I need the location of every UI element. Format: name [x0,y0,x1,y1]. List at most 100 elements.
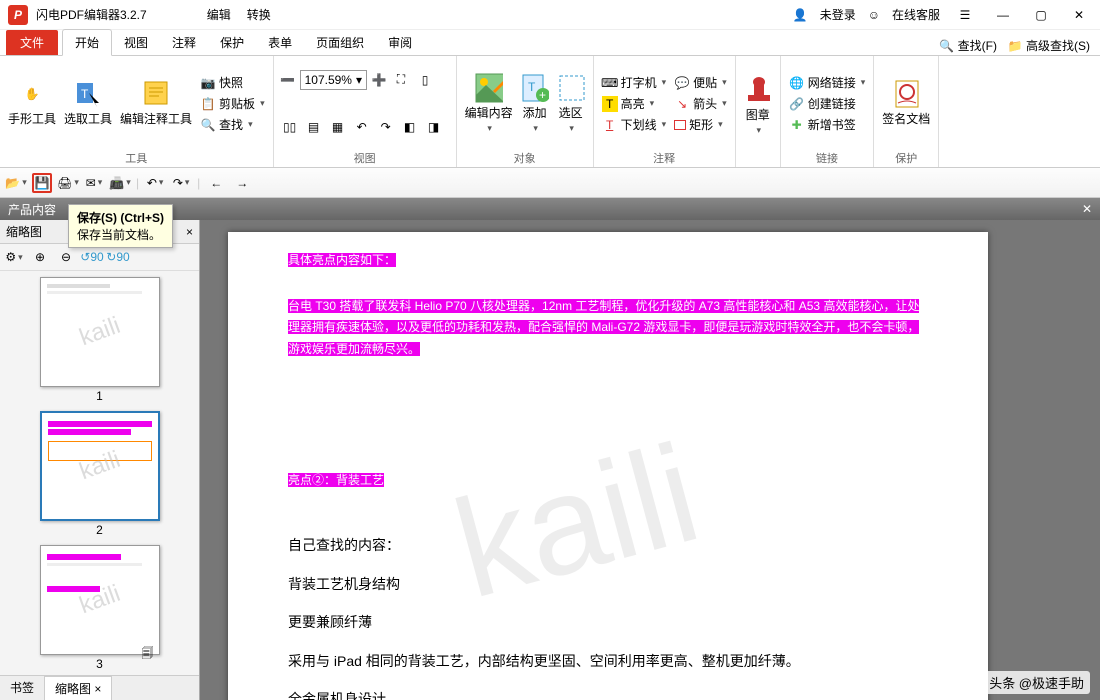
online-service[interactable]: 在线客服 [892,6,940,23]
arrow-btn[interactable]: ↘箭头 [672,94,729,113]
hl-text-2[interactable]: 台电 T30 搭载了联发科 Helio P70 八核处理器，12nm 工艺制程，… [288,299,919,356]
rotate-thumb-r-icon[interactable]: ↻90 [108,247,128,267]
undo-icon[interactable]: ↶ [145,173,165,193]
side-close-icon[interactable]: × [186,225,193,239]
underline-btn[interactable]: T下划线 [600,115,669,134]
thumbnail-3[interactable]: kaili 3 🗐 [40,545,160,671]
layout6-icon[interactable]: ◨ [424,117,444,137]
menu-convert[interactable]: 转换 [247,6,271,23]
layout4-icon[interactable]: ▦ [328,117,348,137]
canvas[interactable]: kaili 具体亮点内容如下： 台电 T30 搭载了联发科 Helio P70 … [200,220,1100,700]
next-icon[interactable]: → [232,173,252,193]
document-tab[interactable]: 产品内容 [8,201,56,218]
layout1-icon[interactable]: ▯ [415,70,435,90]
fit-page-icon[interactable]: ⛶ [391,70,411,90]
rotate-thumb-l-icon[interactable]: ↺90 [82,247,102,267]
create-link-btn[interactable]: 🔗创建链接 [787,94,868,113]
attribution: 头条 @极速手助 [983,671,1090,694]
zoom-combo[interactable]: 107.59%▾ [300,70,367,90]
login-status[interactable]: 未登录 [820,6,856,23]
sticky-btn[interactable]: 💬便贴 [672,73,729,92]
edit-annot-tool[interactable]: 编辑注释工具 [118,78,194,129]
rotate-right-icon[interactable]: ↷ [376,117,396,137]
print-icon[interactable]: 🖨 [58,173,78,193]
tab-file[interactable]: 文件 [6,30,58,55]
web-link-btn[interactable]: 🌐网络链接 [787,73,868,92]
thumbnail-1[interactable]: kaili 1 [40,277,160,403]
zoom-in-thumb-icon[interactable]: ⊕ [30,247,50,267]
tab-start[interactable]: 开始 [62,29,112,56]
search-icon: 🔍 [939,38,955,54]
layout5-icon[interactable]: ◧ [400,117,420,137]
add-text-icon: T+ [521,74,549,102]
prev-icon[interactable]: ← [206,173,226,193]
tab-page-org[interactable]: 页面组织 [304,30,376,55]
gear-icon[interactable]: ⚙ [4,247,24,267]
tab-protect[interactable]: 保护 [208,30,256,55]
adv-find-btn[interactable]: 📁高级查找(S) [1005,36,1092,55]
redo-icon[interactable]: ↷ [171,173,191,193]
body-text-2[interactable]: 背装工艺机身结构 [288,571,928,598]
hl-text-3[interactable]: 亮点②：背装工艺 [288,473,384,487]
edit-content-btn[interactable]: 编辑内容 [463,72,515,136]
snapshot-btn[interactable]: 📷快照 [198,73,267,92]
scan-icon[interactable]: 📠 [110,173,130,193]
find-ribbon-btn[interactable]: 🔍查找 [198,115,267,134]
rotate-left-icon[interactable]: ↶ [352,117,372,137]
folder-search-icon: 📁 [1007,38,1023,54]
body-text-4[interactable]: 采用与 iPad 相同的背装工艺，内部结构更坚固、空间利用率更高、整机更加纤薄。 [288,648,928,675]
arrow-icon: ↘ [674,96,690,112]
zoom-out-thumb-icon[interactable]: ⊖ [56,247,76,267]
layout3-icon[interactable]: ▤ [304,117,324,137]
doc-close-icon[interactable]: ✕ [1082,202,1092,216]
add-bookmark-btn[interactable]: ✚新增书签 [787,115,868,134]
thumbnail-2[interactable]: kaili 2 [40,411,160,537]
save-button[interactable]: 💾 [32,173,52,193]
hl-text-1[interactable]: 具体亮点内容如下： [288,253,396,267]
tab-annotate[interactable]: 注释 [160,30,208,55]
typewriter-icon: ⌨ [602,75,618,91]
tab-view[interactable]: 视图 [112,30,160,55]
tab-form[interactable]: 表单 [256,30,304,55]
maximize-button[interactable]: ▢ [1028,6,1054,24]
side-tab-bookmark[interactable]: 书签 [0,676,44,700]
group-label-link: 链接 [787,149,868,167]
menu-edit[interactable]: 编辑 [207,6,231,23]
body-text-3[interactable]: 更要兼顾纤薄 [288,609,928,636]
save-tooltip: 保存(S) (Ctrl+S) 保存当前文档。 [68,204,173,248]
side-tab-thumb[interactable]: 缩略图 × [44,676,112,700]
hamburger-icon[interactable]: ☰ [952,6,978,24]
group-object: 编辑内容 T+添加 选区 对象 [457,56,594,167]
underline-icon: T [602,117,618,133]
hand-tool[interactable]: ✋手形工具 [6,78,58,129]
sign-doc-btn[interactable]: 签名文档 [880,78,932,129]
find-btn[interactable]: 🔍查找(F) [937,36,999,55]
stamp-btn[interactable]: 图章 [742,74,774,138]
hand-icon: ✋ [18,80,46,108]
tooltip-body: 保存当前文档。 [77,226,164,243]
zoom-in-icon[interactable]: ➕ [371,72,387,88]
clipboard-btn[interactable]: 📋剪贴板 [198,94,267,113]
copy-pages-icon[interactable]: 🗐 [142,644,154,665]
close-button[interactable]: ✕ [1066,6,1092,24]
body-text-5[interactable]: 全金属机身设计 [288,686,928,700]
typewriter-btn[interactable]: ⌨打字机 [600,73,669,92]
service-icon[interactable]: ☺ [868,8,880,22]
stamp-icon [744,76,772,104]
mail-icon[interactable]: ✉ [84,173,104,193]
group-label-protect: 保护 [880,149,932,167]
open-icon[interactable]: 📂 [6,173,26,193]
thumbnail-list[interactable]: kaili 1 kaili 2 kaili 3 🗐 [0,271,199,675]
body-text-1[interactable]: 自己查找的内容： [288,532,928,559]
page-view[interactable]: kaili 具体亮点内容如下： 台电 T30 搭载了联发科 Helio P70 … [228,232,988,700]
user-icon[interactable]: 👤 [793,8,808,22]
highlight-btn[interactable]: T高亮 [600,94,669,113]
tab-review[interactable]: 审阅 [376,30,424,55]
selection-btn[interactable]: 选区 [555,72,587,136]
zoom-out-icon[interactable]: ➖ [280,72,296,88]
rect-btn[interactable]: 矩形 [672,115,729,134]
select-tool[interactable]: T选取工具 [62,78,114,129]
add-btn[interactable]: T+添加 [519,72,551,136]
minimize-button[interactable]: ― [990,6,1016,24]
layout2-icon[interactable]: ▯▯ [280,117,300,137]
